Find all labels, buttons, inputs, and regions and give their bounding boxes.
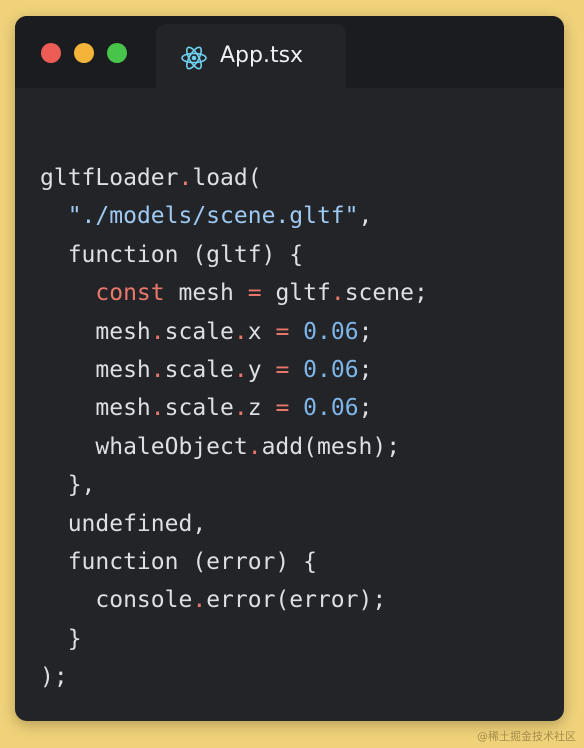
- minimize-window-button[interactable]: [74, 43, 94, 63]
- code-token: =: [275, 395, 290, 422]
- code-token: x: [247, 318, 276, 345]
- code-block: gltfLoader.load( "./models/scene.gltf", …: [40, 159, 428, 696]
- code-token: 0.06: [303, 356, 359, 383]
- code-token: error(error);: [206, 587, 387, 614]
- code-token: mesh: [40, 395, 151, 422]
- code-token: ;: [358, 356, 373, 383]
- code-token: =: [247, 280, 262, 307]
- code-line: "./models/scene.gltf",: [40, 197, 428, 235]
- code-token: whaleObject: [40, 433, 248, 460]
- code-token: .: [192, 587, 207, 614]
- code-line: whaleObject.add(mesh);: [40, 428, 428, 466]
- code-window: App.tsx gltfLoader.load( "./models/scene…: [15, 16, 564, 721]
- code-token: =: [275, 318, 290, 345]
- code-token: .: [150, 395, 165, 422]
- tab-app-tsx[interactable]: App.tsx: [156, 24, 346, 88]
- code-token: );: [40, 664, 68, 691]
- code-line: function (error) {: [40, 543, 428, 581]
- code-line: function (gltf) {: [40, 236, 428, 274]
- code-token: .: [233, 318, 248, 345]
- code-token: gltf: [261, 280, 331, 307]
- code-token: y: [247, 356, 276, 383]
- code-token: "./models/scene.gltf": [67, 203, 359, 230]
- code-token: const: [95, 280, 165, 307]
- maximize-window-button[interactable]: [107, 43, 127, 63]
- code-token: .: [150, 356, 165, 383]
- code-line: undefined,: [40, 505, 428, 543]
- code-line: const mesh = gltf.scene;: [40, 274, 428, 312]
- code-token: scale: [164, 356, 234, 383]
- code-token: undefined,: [40, 510, 207, 537]
- code-token: mesh: [40, 318, 151, 345]
- tab-label: App.tsx: [220, 43, 304, 68]
- code-token: },: [40, 472, 96, 499]
- code-token: ;: [358, 395, 373, 422]
- code-line: mesh.scale.y = 0.06;: [40, 351, 428, 389]
- code-token: ;: [358, 318, 373, 345]
- code-token: add(mesh);: [261, 433, 401, 460]
- code-line: console.error(error);: [40, 581, 428, 619]
- code-token: 0.06: [303, 395, 359, 422]
- code-token: scene;: [344, 280, 428, 307]
- code-token: gltfLoader: [40, 165, 179, 191]
- code-token: }: [40, 625, 82, 652]
- code-token: ,: [358, 203, 373, 230]
- code-token: mesh: [164, 280, 248, 307]
- code-token: .: [178, 165, 193, 191]
- code-line: mesh.scale.z = 0.06;: [40, 389, 428, 427]
- react-icon: [180, 44, 208, 72]
- code-line: },: [40, 466, 428, 504]
- code-line: }: [40, 620, 428, 658]
- title-bar: App.tsx: [15, 16, 564, 88]
- code-token: =: [275, 356, 290, 383]
- code-line: mesh.scale.x = 0.06;: [40, 313, 428, 351]
- code-token: .: [150, 318, 165, 345]
- code-token: mesh: [40, 356, 151, 383]
- code-token: function (gltf) {: [40, 241, 304, 268]
- watermark: @稀土掘金技术社区: [477, 730, 576, 743]
- code-token: 0.06: [303, 318, 359, 345]
- code-token: function (error) {: [40, 548, 317, 575]
- code-token: .: [330, 280, 345, 307]
- code-line: gltfLoader.load(: [40, 159, 428, 197]
- close-window-button[interactable]: [41, 43, 61, 63]
- code-token: .: [233, 395, 248, 422]
- code-token: scale: [164, 395, 234, 422]
- code-token: .: [247, 433, 262, 460]
- code-token: load(: [192, 165, 262, 191]
- code-token: .: [233, 356, 248, 383]
- code-token: z: [247, 395, 276, 422]
- code-line: );: [40, 658, 428, 696]
- code-token: scale: [164, 318, 234, 345]
- code-token: console: [40, 587, 193, 614]
